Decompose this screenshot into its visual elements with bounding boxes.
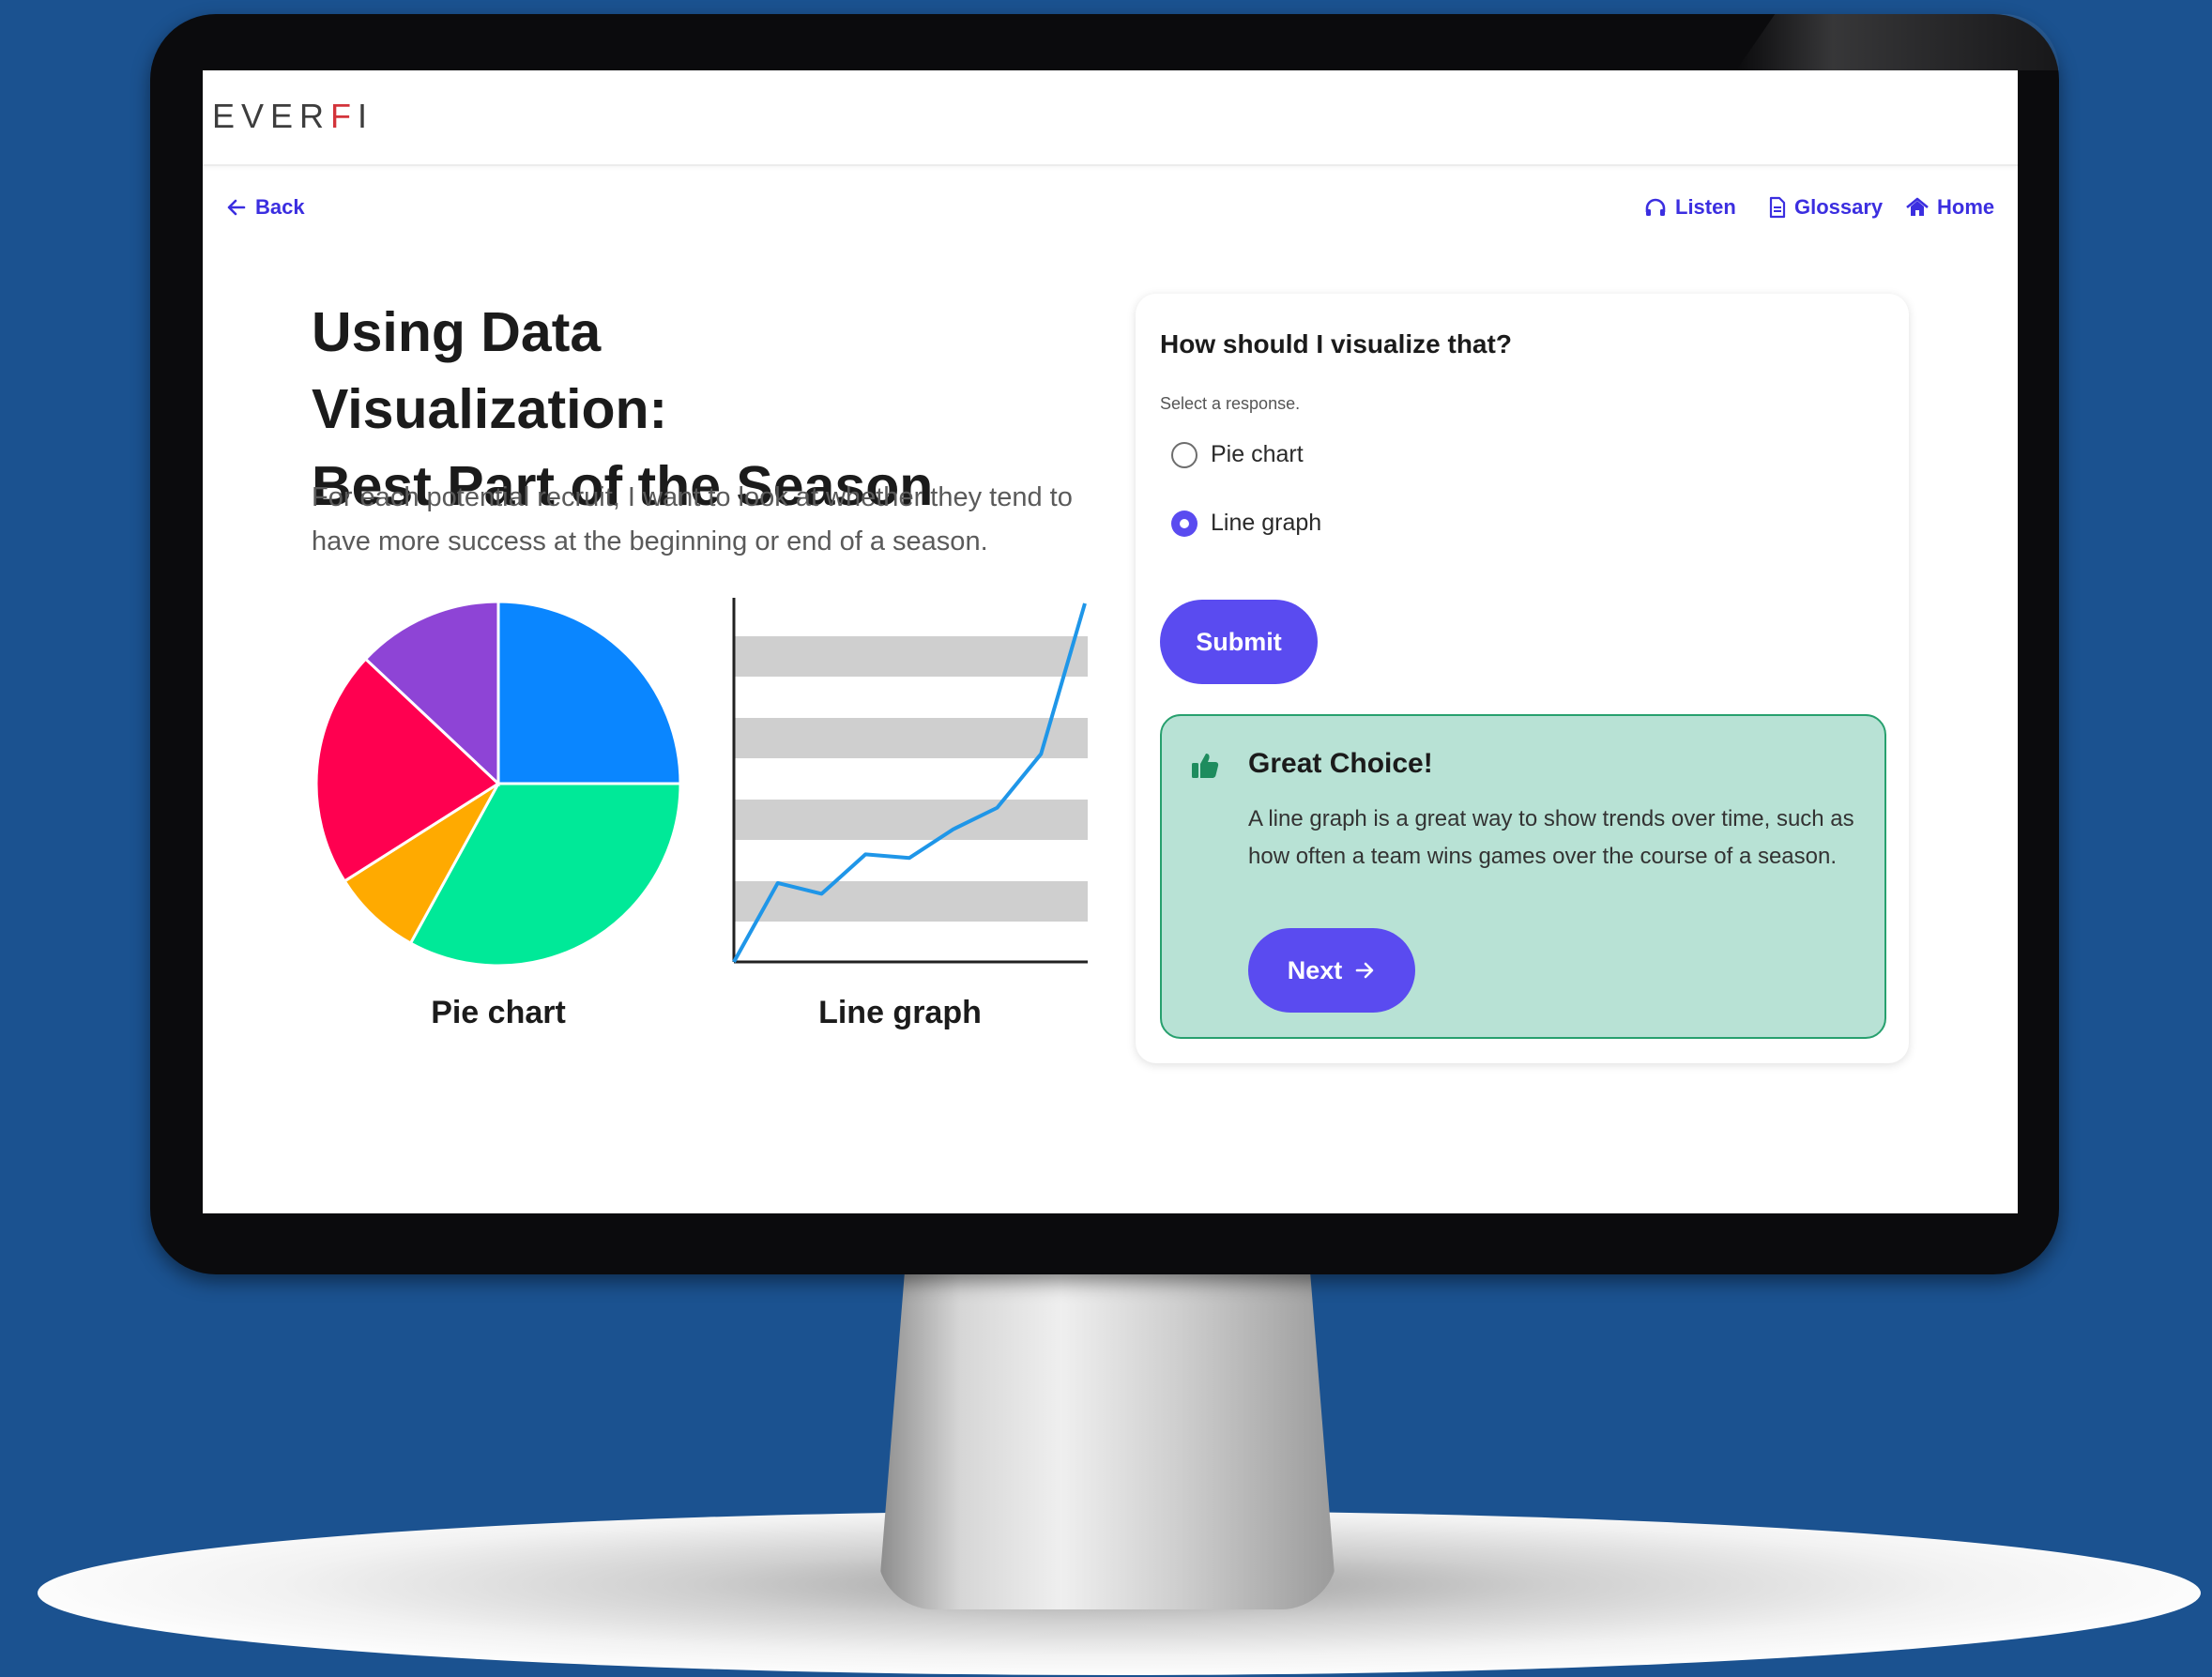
grid-band: [734, 881, 1088, 922]
top-bar: EVERFI: [203, 70, 2018, 166]
monitor-stand: [877, 1267, 1337, 1609]
feedback-panel: Great Choice! A line graph is a great wa…: [1160, 714, 1886, 1039]
logo-text-end: I: [358, 97, 374, 135]
arrow-left-icon: [227, 199, 246, 216]
home-label: Home: [1937, 195, 1995, 219]
title-line-1: Using Data Visualization:: [312, 301, 668, 440]
glossary-label: Glossary: [1794, 195, 1884, 219]
pie-chart-caption: Pie chart: [431, 995, 566, 1030]
arrow-right-icon: [1355, 962, 1374, 979]
bezel-glare: [1736, 14, 2059, 70]
home-link[interactable]: Home: [1905, 195, 1994, 220]
intro-text: For each potential recruit, I want to lo…: [312, 482, 1073, 556]
option-line-graph[interactable]: Line graph: [1171, 510, 1321, 537]
everfi-logo[interactable]: EVERFI: [212, 97, 374, 136]
document-icon: [1769, 196, 1786, 219]
grid-band: [734, 636, 1088, 677]
listen-link[interactable]: Listen: [1643, 195, 1736, 220]
question-title: How should I visualize that?: [1160, 329, 1512, 358]
back-label: Back: [255, 195, 305, 219]
question-hint: Select a response.: [1160, 394, 1301, 413]
line-graph: [717, 596, 1092, 990]
pie-chart: [311, 596, 686, 971]
feedback-body: A line graph is a great way to show tren…: [1248, 806, 1854, 869]
grid-band: [734, 800, 1088, 840]
home-icon: [1906, 197, 1929, 216]
option-pie-chart[interactable]: Pie chart: [1171, 441, 1304, 468]
line-graph-caption: Line graph: [818, 995, 982, 1030]
radio-button[interactable]: [1171, 441, 1198, 468]
submit-button[interactable]: Submit: [1160, 600, 1318, 684]
next-button[interactable]: Next: [1248, 928, 1415, 1013]
next-label: Next: [1287, 955, 1343, 984]
logo-text-mid: F: [330, 97, 358, 135]
glossary-link[interactable]: Glossary: [1768, 195, 1883, 220]
headphones-icon: [1645, 198, 1666, 216]
option-label: Line graph: [1211, 510, 1322, 536]
grid-band: [734, 718, 1088, 758]
feedback-title: Great Choice!: [1248, 748, 1433, 779]
logo-text-start: EVER: [212, 97, 331, 135]
question-card: How should I visualize that? Select a re…: [1136, 294, 1909, 1063]
listen-label: Listen: [1675, 195, 1736, 219]
radio-button-selected[interactable]: [1171, 510, 1198, 537]
option-label: Pie chart: [1211, 441, 1304, 467]
pie-slice-1: [496, 600, 682, 785]
screen: EVERFI Back Listen Glossary Home Using D…: [203, 70, 2018, 1213]
back-link[interactable]: Back: [225, 195, 305, 220]
thumbs-up-icon: [1192, 754, 1219, 778]
